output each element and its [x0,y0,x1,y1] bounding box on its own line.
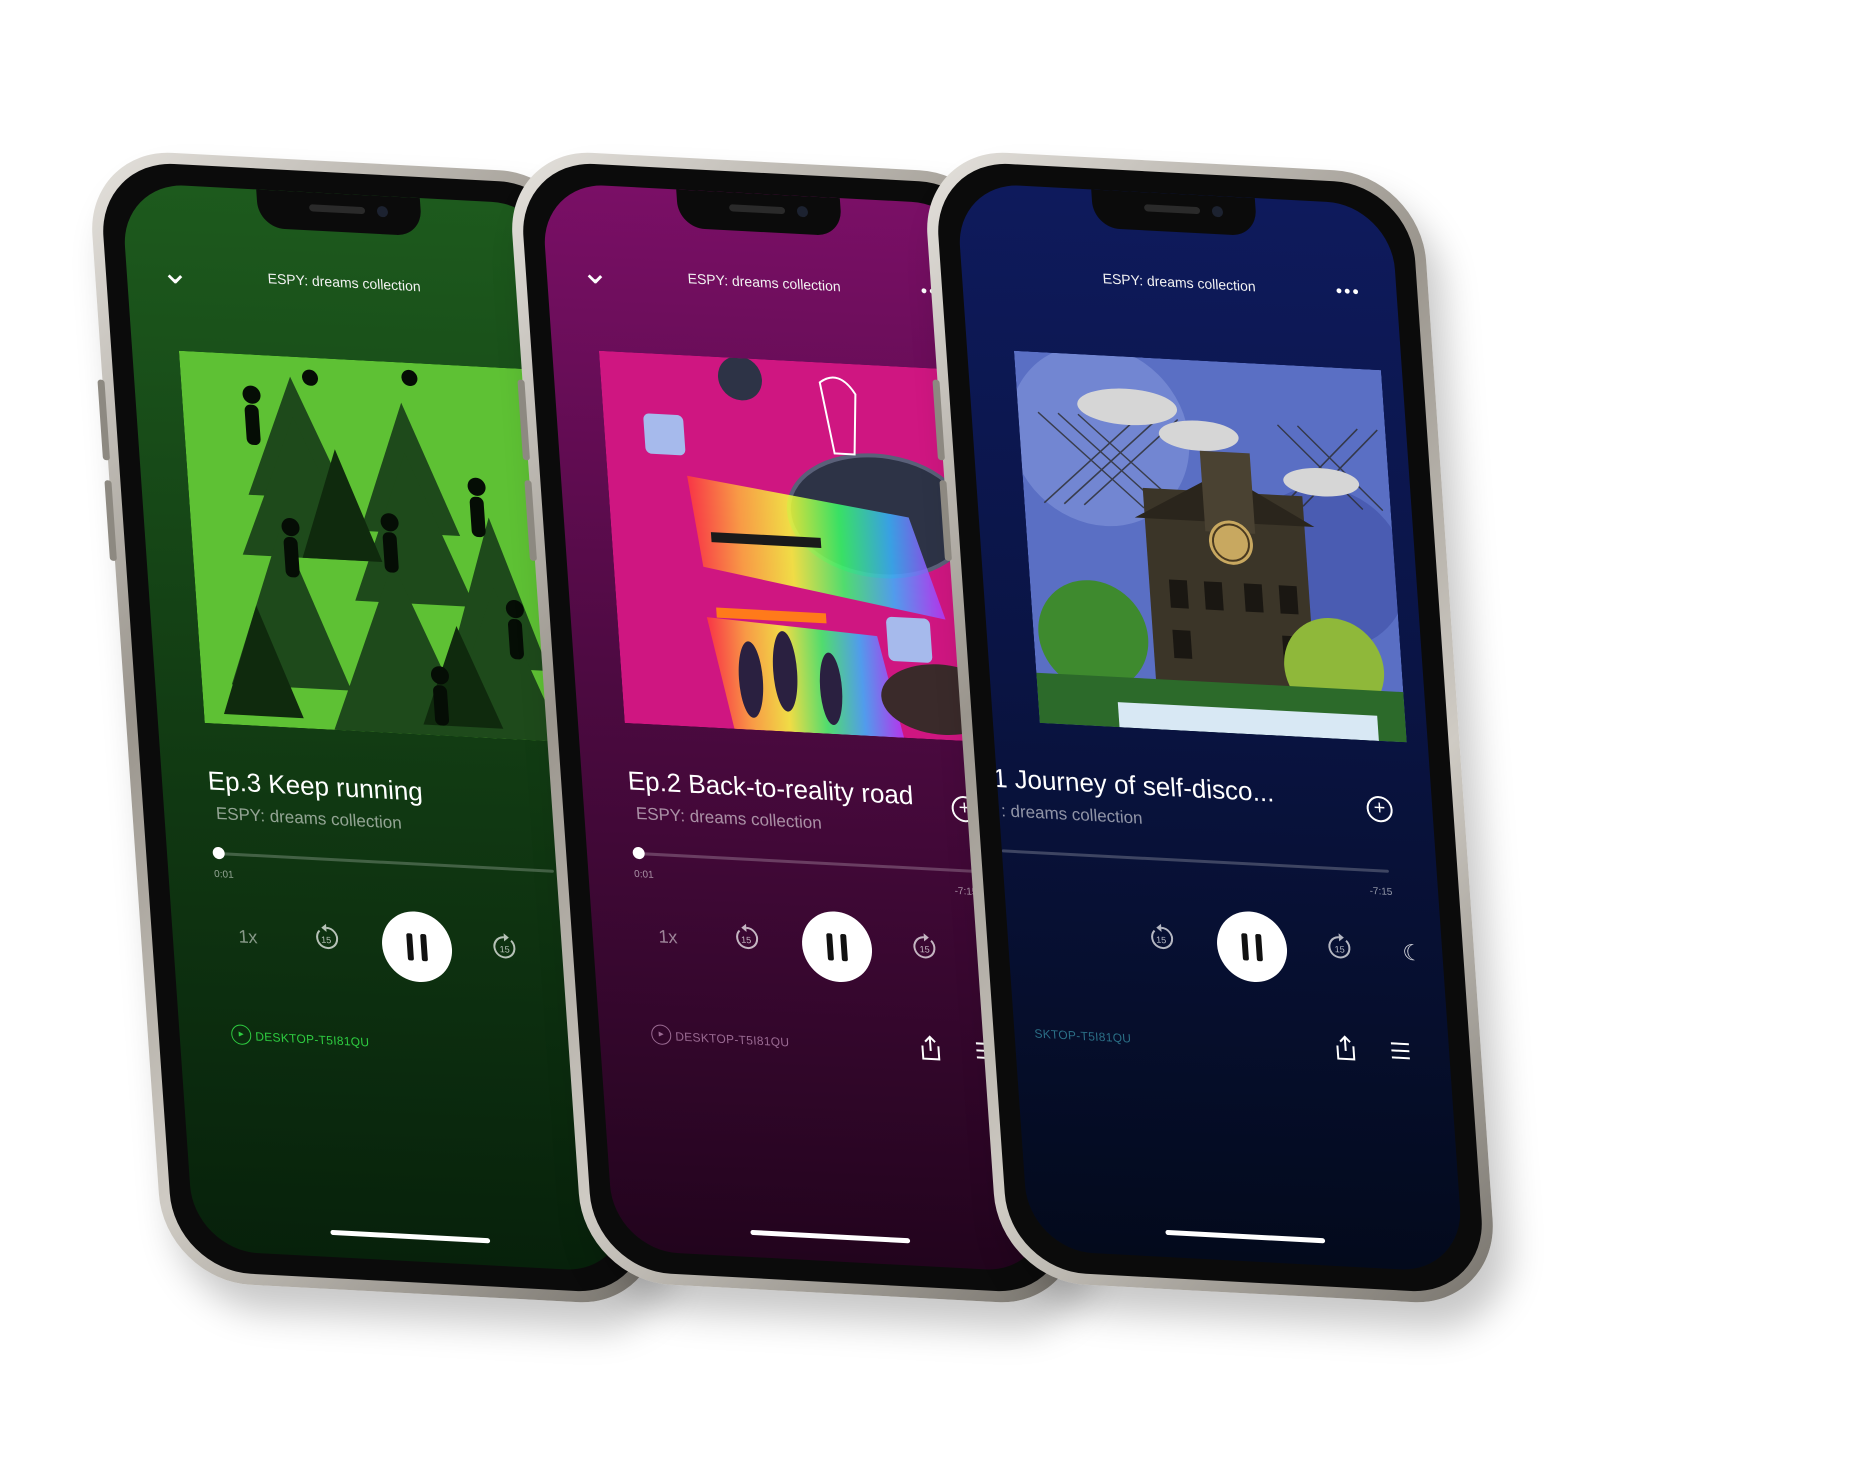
player-header: ESPY: dreams collection ••• [960,253,1398,316]
progress-bar[interactable] [632,846,975,873]
forest-artwork-image [178,350,572,743]
episode-title: Ep.3 Keep running [206,765,424,807]
speed-button[interactable]: 1x [658,926,678,948]
phone-navy: ESPY: dreams collection ••• 1 Journey of… [921,148,1499,1307]
remaining-time: -7:15 [1369,885,1393,899]
show-name[interactable]: : dreams collection [1000,801,1143,829]
episode-title: Ep.2 Back-to-reality road [626,765,915,811]
svg-text:15: 15 [1334,944,1345,955]
playback-controls: 15 15 ☾ [1004,887,1445,1001]
queue-list-icon[interactable] [1389,1039,1412,1062]
collection-label: ESPY: dreams collection [687,270,842,295]
episode-title: 1 Journey of self-disco... [991,762,1276,808]
svg-text:15: 15 [499,944,510,955]
episode-artwork [598,350,992,743]
device-bar: ▸ DESKTOP-T5I81QU [598,1017,1036,1080]
episode-artwork [178,350,572,743]
progress-handle[interactable] [632,846,646,860]
share-icon[interactable] [1333,1034,1359,1061]
show-name[interactable]: ESPY: dreams collection [215,804,402,834]
home-indicator[interactable] [1165,1229,1326,1244]
player-header: ⌄ ESPY: dreams collection [125,252,563,316]
bezel: ESPY: dreams collection ••• 1 Journey of… [933,160,1487,1295]
player-header: ⌄ ESPY: dreams collection ••• [545,252,983,316]
progress-bar[interactable] [212,846,555,873]
elapsed-time: 0:01 [213,868,235,881]
device-bar: SKTOP-T5I81QU [1013,1017,1451,1080]
home-indicator[interactable] [750,1229,911,1244]
skip-back-15-icon[interactable]: 15 [311,922,343,954]
add-plus-icon[interactable]: + [1365,795,1394,823]
elapsed-time: 0:01 [633,868,655,881]
volume-up-button [97,379,110,461]
speed-button[interactable]: 1x [238,926,258,948]
progress-handle[interactable] [212,846,226,860]
rainbow-road-artwork-image [598,350,992,743]
skip-forward-15-icon[interactable]: 15 [909,931,941,963]
svg-text:15: 15 [741,935,752,946]
notch [676,189,843,237]
sleep-timer-moon-icon[interactable]: ☾ [1402,940,1424,967]
playback-controls: 1x 15 15 [169,887,610,1001]
pause-button[interactable] [379,909,455,984]
svg-text:15: 15 [1156,935,1167,946]
notch [256,189,423,237]
show-name[interactable]: ESPY: dreams collection [635,804,822,834]
more-icon[interactable]: ••• [1335,281,1361,303]
pause-button[interactable] [1214,909,1290,984]
notch [1091,189,1258,237]
player-screen: ESPY: dreams collection ••• 1 Journey of… [955,182,1465,1273]
svg-text:15: 15 [321,935,332,946]
episode-artwork [1013,350,1407,743]
connected-device-name[interactable]: DESKTOP-T5I81QU [255,1029,370,1049]
collection-label: ESPY: dreams collection [1102,270,1257,295]
collection-label: ESPY: dreams collection [267,270,422,295]
home-indicator[interactable] [330,1229,491,1244]
haunted-house-artwork-image [1013,350,1407,743]
playback-controls: 1x 15 15 ☾ [589,887,1030,1001]
connected-device-name[interactable]: DESKTOP-T5I81QU [675,1029,790,1049]
svg-text:15: 15 [919,944,930,955]
skip-forward-15-icon[interactable]: 15 [489,931,521,963]
skip-forward-15-icon[interactable]: 15 [1324,931,1356,963]
volume-down-button [104,480,117,561]
progress-bar[interactable] [1001,849,1390,873]
skip-back-15-icon[interactable]: 15 [1146,922,1178,954]
device-bar: ▸ DESKTOP-T5I81QU [178,1017,616,1080]
share-icon[interactable] [918,1034,944,1061]
speaker-device-icon[interactable]: ▸ [230,1024,252,1046]
pause-button[interactable] [799,909,875,984]
skip-back-15-icon[interactable]: 15 [731,922,763,954]
speaker-device-icon[interactable]: ▸ [650,1024,672,1046]
connected-device-name[interactable]: SKTOP-T5I81QU [1034,1026,1132,1045]
